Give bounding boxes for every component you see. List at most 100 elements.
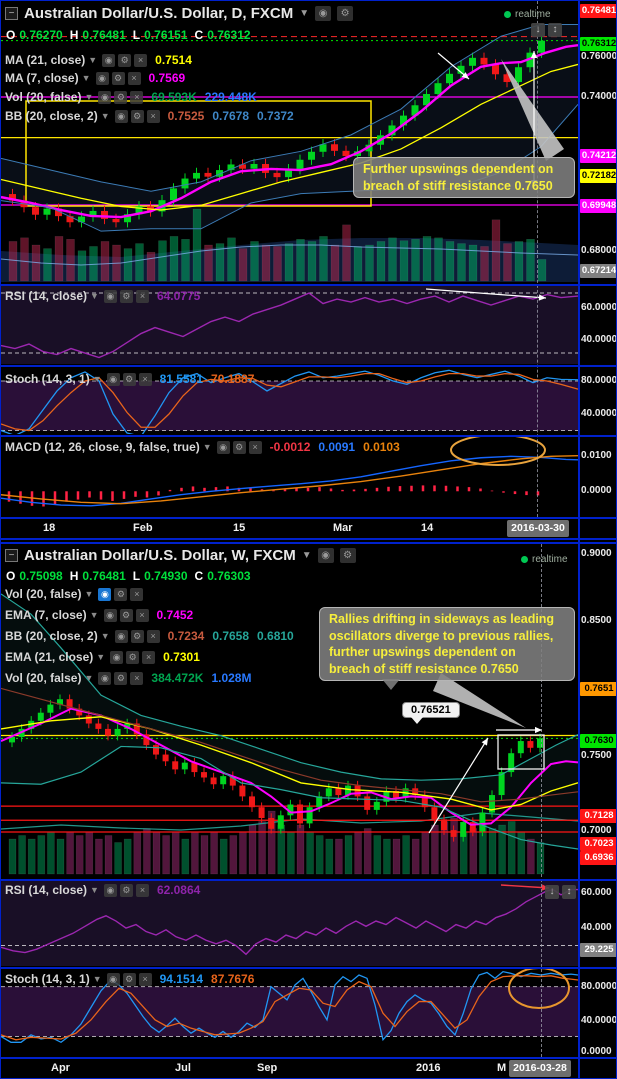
settings-gear-icon[interactable]: ⚙ — [119, 289, 133, 303]
daily-symbol-title[interactable]: Australian Dollar/U.S. Dollar, D, FXCM — [24, 5, 293, 22]
daily-time-axis[interactable]: 18 Feb 15 Mar 14 2016-03-30 — [1, 519, 578, 538]
collapse-pane-icon[interactable]: ↓ — [531, 23, 545, 37]
chevron-down-icon[interactable]: ▼ — [93, 974, 102, 984]
daily-price-chart[interactable] — [1, 1, 578, 284]
visibility-icon[interactable]: ◉ — [317, 548, 334, 563]
indicator-label[interactable]: RSI (14, close) — [5, 883, 87, 897]
chevron-down-icon[interactable]: ▼ — [101, 631, 110, 641]
chevron-down-icon[interactable]: ▼ — [88, 55, 97, 65]
settings-gear-icon[interactable]: ⚙ — [118, 53, 132, 67]
indicator-label[interactable]: RSI (14, close) — [5, 289, 87, 303]
resize-pane-icon[interactable]: ↕ — [548, 23, 562, 37]
indicator-label[interactable]: MA (7, close) — [5, 71, 79, 85]
indicator-label[interactable]: Vol (20, false) — [5, 587, 81, 601]
settings-gear-icon[interactable]: ⚙ — [119, 608, 133, 622]
settings-gear-icon[interactable]: ⚙ — [114, 671, 128, 685]
indicator-label[interactable]: EMA (7, close) — [5, 608, 87, 622]
close-icon[interactable]: × — [138, 372, 152, 386]
settings-gear-icon[interactable]: ⚙ — [122, 972, 136, 986]
visibility-eye-icon[interactable]: ◉ — [98, 587, 112, 601]
daily-annotation-note[interactable]: Further upswings dependent on breach of … — [353, 157, 575, 198]
close-icon[interactable]: × — [142, 650, 156, 664]
visibility-eye-icon[interactable]: ◉ — [102, 53, 116, 67]
price-badge: 0.74212 — [580, 149, 617, 163]
settings-gear-icon[interactable]: ⚙ — [122, 372, 136, 386]
visibility-eye-icon[interactable]: ◉ — [98, 90, 112, 104]
settings-gear-icon[interactable]: ⚙ — [114, 90, 128, 104]
chevron-down-icon[interactable]: ▼ — [84, 673, 93, 683]
minimize-icon[interactable]: − — [5, 7, 18, 20]
indicator-label[interactable]: Stoch (14, 3, 1) — [5, 972, 90, 986]
close-icon[interactable]: × — [138, 972, 152, 986]
chevron-down-icon[interactable]: ▼ — [93, 374, 102, 384]
price-axis[interactable]: 0.76481 0.76312 0.76000 0.74000 0.74212 0.721… — [580, 1, 617, 1078]
pane-separator — [1, 879, 616, 881]
low-value: 0.74930 — [144, 569, 188, 583]
close-icon[interactable]: × — [146, 629, 160, 643]
chevron-down-icon[interactable]: ▼ — [84, 92, 93, 102]
settings-gear-icon[interactable]: ⚙ — [114, 587, 128, 601]
chevron-down-icon[interactable]: ▼ — [101, 111, 110, 121]
settings-gear-icon[interactable]: ⚙ — [130, 629, 144, 643]
close-icon[interactable]: × — [248, 440, 262, 454]
indicator-label[interactable]: EMA (21, close) — [5, 650, 93, 664]
visibility-eye-icon[interactable]: ◉ — [98, 671, 112, 685]
indicator-value: -0.0012 — [269, 440, 311, 454]
close-icon[interactable]: × — [135, 608, 149, 622]
settings-gear-icon[interactable]: ⚙ — [119, 883, 133, 897]
visibility-eye-icon[interactable]: ◉ — [103, 608, 117, 622]
close-icon[interactable]: × — [134, 53, 148, 67]
time-tick-label: Feb — [133, 522, 153, 534]
close-icon[interactable]: × — [127, 71, 141, 85]
visibility-eye-icon[interactable]: ◉ — [103, 883, 117, 897]
visibility-eye-icon[interactable]: ◉ — [106, 372, 120, 386]
price-level-label[interactable]: 0.76521 — [402, 702, 460, 724]
indicator-label[interactable]: BB (20, close, 2) — [5, 629, 98, 643]
chevron-down-icon[interactable]: ▼ — [90, 291, 99, 301]
chevron-down-icon[interactable]: ▼ — [90, 610, 99, 620]
collapse-pane-icon[interactable]: ↓ — [545, 885, 559, 899]
visibility-icon[interactable]: ◉ — [315, 6, 332, 21]
indicator-label[interactable]: MA (21, close) — [5, 53, 85, 67]
close-icon[interactable]: × — [146, 109, 160, 123]
settings-gear-icon[interactable]: ⚙ — [337, 6, 354, 21]
weekly-annotation-note[interactable]: Rallies drifting in sideways as leading … — [319, 607, 575, 690]
chevron-down-icon[interactable]: ▼ — [90, 885, 99, 895]
chevron-down-icon[interactable]: ▼ — [299, 8, 309, 19]
pane-separator — [1, 542, 616, 544]
close-icon[interactable]: × — [135, 883, 149, 897]
visibility-eye-icon[interactable]: ◉ — [95, 71, 109, 85]
visibility-eye-icon[interactable]: ◉ — [106, 972, 120, 986]
close-icon[interactable]: × — [130, 671, 144, 685]
visibility-eye-icon[interactable]: ◉ — [114, 629, 128, 643]
indicator-label[interactable]: BB (20, close, 2) — [5, 109, 98, 123]
weekly-symbol-title[interactable]: Australian Dollar/U.S. Dollar, W, FXCM — [24, 547, 296, 564]
visibility-eye-icon[interactable]: ◉ — [114, 109, 128, 123]
close-icon[interactable]: × — [130, 90, 144, 104]
visibility-eye-icon[interactable]: ◉ — [110, 650, 124, 664]
settings-gear-icon[interactable]: ⚙ — [232, 440, 246, 454]
weekly-time-axis[interactable]: Apr Jul Sep 2016 M 2016-03-28 — [1, 1059, 578, 1078]
settings-gear-icon[interactable]: ⚙ — [126, 650, 140, 664]
visibility-eye-icon[interactable]: ◉ — [103, 289, 117, 303]
minimize-icon[interactable]: − — [5, 549, 18, 562]
indicator-label[interactable]: Vol (20, false) — [5, 90, 81, 104]
settings-gear-icon[interactable]: ⚙ — [339, 548, 356, 563]
settings-gear-icon[interactable]: ⚙ — [111, 71, 125, 85]
chevron-down-icon[interactable]: ▼ — [84, 589, 93, 599]
settings-gear-icon[interactable]: ⚙ — [130, 109, 144, 123]
indicator-label[interactable]: MACD (12, 26, close, 9, false, true) — [5, 440, 200, 454]
close-icon[interactable]: × — [130, 587, 144, 601]
resize-pane-icon[interactable]: ↕ — [562, 885, 576, 899]
indicator-value: 64.0775 — [156, 289, 201, 303]
indicator-label[interactable]: Vol (20, false) — [5, 671, 81, 685]
chevron-down-icon[interactable]: ▼ — [96, 652, 105, 662]
close-icon[interactable]: × — [135, 289, 149, 303]
axis-tick-label: 0.74000 — [581, 91, 617, 102]
chevron-down-icon[interactable]: ▼ — [302, 550, 312, 561]
high-value: 0.76481 — [82, 28, 126, 42]
chevron-down-icon[interactable]: ▼ — [82, 73, 91, 83]
visibility-eye-icon[interactable]: ◉ — [216, 440, 230, 454]
indicator-label[interactable]: Stoch (14, 3, 1) — [5, 372, 90, 386]
chevron-down-icon[interactable]: ▼ — [203, 442, 212, 452]
